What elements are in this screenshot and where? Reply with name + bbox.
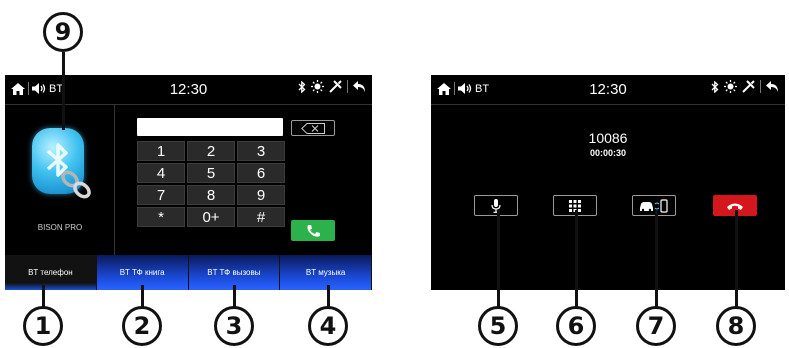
divider	[760, 80, 761, 93]
status-right	[711, 80, 779, 93]
callout-4-leader	[327, 285, 330, 307]
bt-tab-bar: BT телефон BT ТФ книга BT ТФ вызовы BT м…	[5, 255, 372, 290]
bt-phone-screen: BT 12:30 BISON PRO 1 2 3 4 5 6 7 8 9 * 0…	[5, 75, 372, 290]
key-2[interactable]: 2	[187, 141, 235, 161]
status-bar: BT 12:30	[5, 75, 372, 105]
callout-4: 4	[308, 306, 348, 346]
callout-9: 9	[43, 12, 83, 52]
callout-6: 6	[556, 306, 596, 346]
key-5[interactable]: 5	[187, 163, 235, 183]
brightness-icon[interactable]	[724, 80, 737, 93]
key-hash[interactable]: #	[237, 207, 285, 227]
callout-7-leader	[655, 210, 658, 307]
status-right	[298, 80, 366, 93]
callout-3-leader	[233, 285, 236, 307]
active-call-screen: BT 12:30 10086 00:00:30	[431, 75, 785, 290]
backspace-icon	[301, 122, 325, 134]
callout-9-leader	[62, 52, 65, 130]
mute-mic-button[interactable]	[474, 195, 518, 216]
brightness-icon[interactable]	[311, 80, 324, 93]
callout-2: 2	[122, 306, 162, 346]
backspace-button[interactable]	[291, 120, 335, 136]
link-chain-icon	[61, 170, 91, 199]
key-3[interactable]: 3	[237, 141, 285, 161]
key-8[interactable]: 8	[187, 185, 235, 205]
callout-2-leader	[141, 285, 144, 307]
hang-up-icon	[727, 203, 743, 210]
callout-7: 7	[636, 306, 676, 346]
car-phone-switch-icon	[640, 198, 668, 213]
divider	[347, 80, 348, 93]
callout-6-leader	[575, 210, 578, 307]
call-duration: 00:00:30	[589, 148, 627, 158]
call-button[interactable]	[291, 220, 335, 241]
key-0-plus[interactable]: 0+	[187, 207, 235, 227]
car-phone-switch-button[interactable]	[632, 195, 676, 216]
tab-bt-phone[interactable]: BT телефон	[5, 255, 97, 290]
key-7[interactable]: 7	[137, 185, 185, 205]
settings-icon[interactable]	[329, 80, 342, 93]
settings-icon[interactable]	[742, 80, 755, 93]
status-bar: BT 12:30	[431, 75, 785, 105]
callout-8: 8	[716, 306, 756, 346]
phone-number-input[interactable]	[137, 118, 283, 136]
callout-5-leader	[497, 210, 500, 307]
key-1[interactable]: 1	[137, 141, 185, 161]
connected-device-panel: BISON PRO	[5, 105, 115, 255]
bluetooth-icon	[298, 80, 306, 93]
callout-3: 3	[214, 306, 254, 346]
back-icon[interactable]	[353, 81, 366, 92]
bluetooth-icon	[711, 80, 719, 93]
key-star[interactable]: *	[137, 207, 185, 227]
back-icon[interactable]	[766, 81, 779, 92]
callout-1-leader	[42, 285, 45, 307]
key-9[interactable]: 9	[237, 185, 285, 205]
callout-5: 5	[478, 306, 518, 346]
key-6[interactable]: 6	[237, 163, 285, 183]
phone-icon	[307, 224, 320, 237]
key-4[interactable]: 4	[137, 163, 185, 183]
callout-1: 1	[23, 306, 63, 346]
callout-8-leader	[735, 210, 738, 307]
caller-number: 10086	[588, 130, 628, 146]
device-name: BISON PRO	[37, 223, 83, 232]
dial-keypad: 1 2 3 4 5 6 7 8 9 * 0+ #	[137, 141, 285, 227]
